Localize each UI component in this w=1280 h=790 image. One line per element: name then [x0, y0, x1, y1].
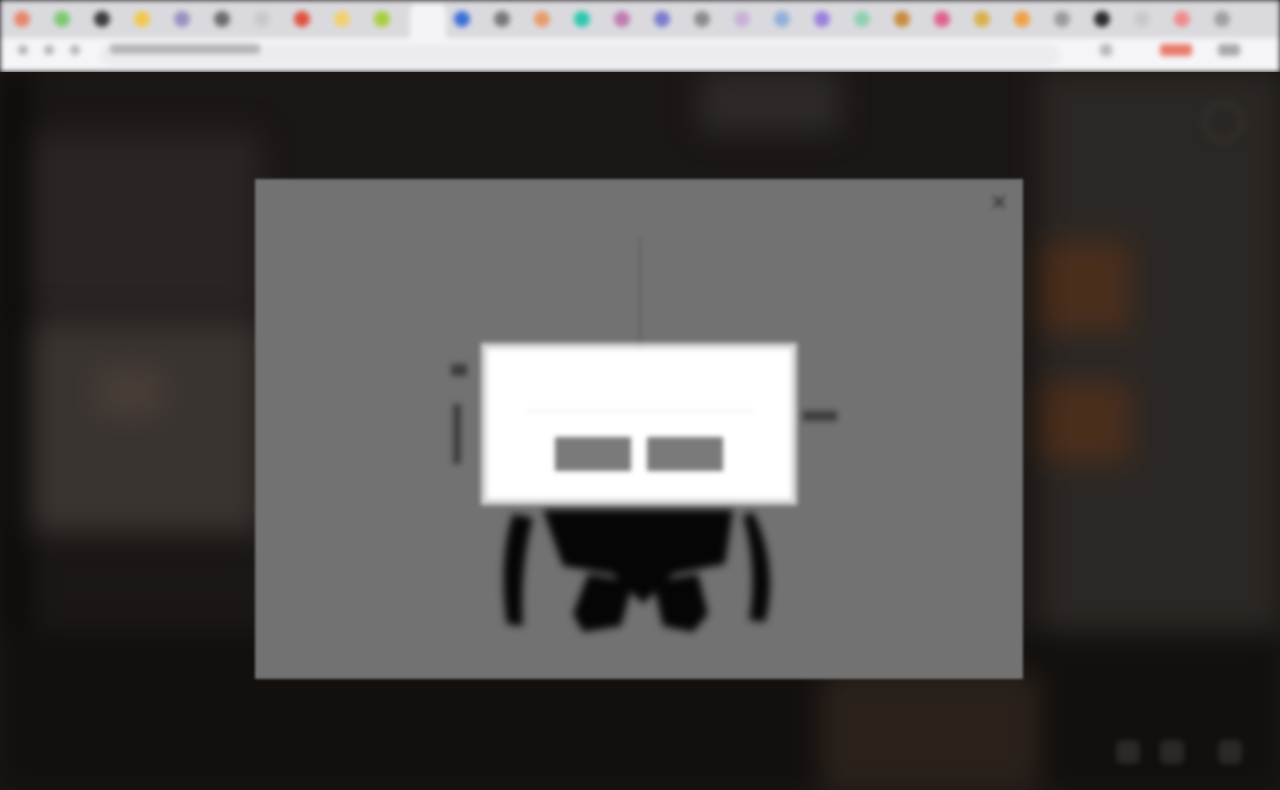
tab-favicon-icon[interactable] — [934, 11, 950, 27]
extensions-icon[interactable] — [1218, 44, 1240, 56]
page-viewport: ✕ — [0, 72, 1280, 790]
tab-favicon-icon[interactable] — [254, 11, 270, 27]
tab-favicon-icon[interactable] — [1174, 11, 1190, 27]
tab-favicon-icon[interactable] — [1054, 11, 1070, 27]
tab-favicon-icon[interactable] — [54, 11, 70, 27]
tab-strip — [0, 0, 1280, 38]
tab-favicon-icon[interactable] — [574, 11, 590, 27]
tab-favicon-icon[interactable] — [1214, 11, 1230, 27]
close-icon[interactable]: ✕ — [989, 192, 1009, 214]
dialog-divider — [525, 411, 753, 412]
tab-favicon-icon[interactable] — [134, 11, 150, 27]
tab-favicon-icon[interactable] — [1014, 11, 1030, 27]
browser-chrome — [0, 0, 1280, 72]
corner-icon-1[interactable] — [1116, 740, 1140, 764]
corner-icon-3[interactable] — [1218, 740, 1242, 764]
tab-favicon-icon[interactable] — [814, 11, 830, 27]
tab-favicon-icon[interactable] — [974, 11, 990, 27]
tab-favicon-icon[interactable] — [734, 11, 750, 27]
tab-favicon-icon[interactable] — [774, 11, 790, 27]
extension-badge[interactable] — [1160, 44, 1192, 56]
tab-favicon-icon[interactable] — [654, 11, 670, 27]
tab-favicon-icon[interactable] — [534, 11, 550, 27]
right-marker — [803, 411, 837, 421]
tab-favicon-icon[interactable] — [894, 11, 910, 27]
dialog-confirm-button[interactable] — [555, 437, 631, 471]
tab-favicon-icon[interactable] — [454, 11, 470, 27]
left-marker — [451, 364, 467, 376]
settings-gear-icon[interactable] — [1203, 102, 1243, 142]
tab-favicon-icon[interactable] — [1094, 11, 1110, 27]
tab-favicon-icon[interactable] — [334, 11, 350, 27]
confirm-dialog — [487, 349, 791, 499]
active-tab[interactable] — [410, 4, 446, 38]
tab-favicon-icon[interactable] — [14, 11, 30, 27]
corner-icon-2[interactable] — [1160, 740, 1184, 764]
back-icon[interactable] — [18, 45, 28, 55]
dialog-cancel-button[interactable] — [647, 437, 723, 471]
divider — [639, 239, 641, 349]
tab-favicon-icon[interactable] — [1134, 11, 1150, 27]
tab-favicon-icon[interactable] — [294, 11, 310, 27]
tab-favicon-icon[interactable] — [174, 11, 190, 27]
figure-illustration — [503, 510, 770, 632]
tab-favicon-icon[interactable] — [94, 11, 110, 27]
bookmark-icon[interactable] — [1100, 44, 1112, 56]
tab-favicon-icon[interactable] — [214, 11, 230, 27]
forward-icon[interactable] — [44, 45, 54, 55]
lightbox-modal: ✕ — [255, 179, 1023, 679]
tab-favicon-icon[interactable] — [694, 11, 710, 27]
reload-icon[interactable] — [70, 45, 80, 55]
tab-favicon-icon[interactable] — [374, 11, 390, 27]
tab-favicon-icon[interactable] — [854, 11, 870, 27]
tab-favicon-icon[interactable] — [494, 11, 510, 27]
left-bracket — [453, 404, 461, 464]
tab-favicon-icon[interactable] — [614, 11, 630, 27]
address-bar-url — [110, 44, 260, 54]
